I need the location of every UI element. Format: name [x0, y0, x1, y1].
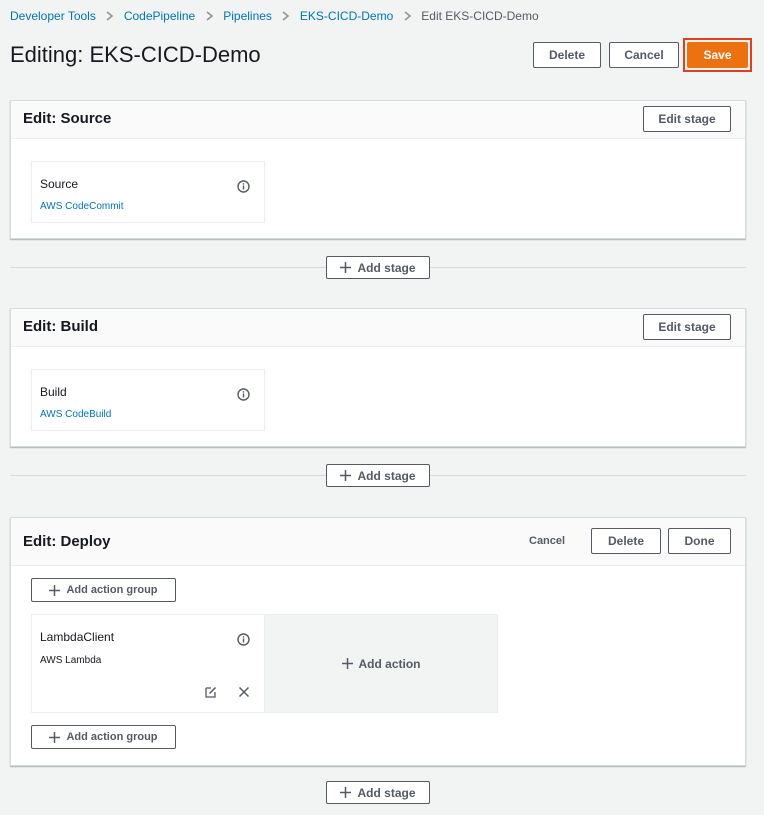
action-provider: AWS Lambda: [40, 655, 102, 666]
stage-header: Edit: Build Edit stage: [11, 309, 745, 347]
plus-icon: [49, 584, 61, 596]
add-stage-button[interactable]: Add stage: [326, 256, 430, 279]
chevron-right-icon: [195, 11, 223, 21]
plus-icon: [340, 470, 352, 481]
breadcrumb-developer-tools[interactable]: Developer Tools: [10, 9, 96, 23]
edit-stage-button[interactable]: Edit stage: [643, 106, 731, 132]
stage-title: Edit: Source: [23, 110, 112, 127]
plus-icon: [49, 731, 61, 743]
stage-source: Edit: Source Edit stage Source AWS CodeC…: [10, 100, 746, 239]
delete-stage-button[interactable]: Delete: [591, 528, 661, 554]
add-stage-button[interactable]: Add stage: [326, 781, 430, 804]
done-button[interactable]: Done: [668, 528, 731, 554]
cancel-stage-edit-button[interactable]: Cancel: [529, 535, 565, 547]
stage-build: Edit: Build Edit stage Build AWS CodeBui…: [10, 308, 746, 447]
info-icon[interactable]: [237, 633, 250, 646]
add-action-label: Add action: [358, 656, 421, 671]
delete-pipeline-button[interactable]: Delete: [533, 42, 601, 68]
breadcrumb-pipeline[interactable]: EKS-CICD-Demo: [300, 9, 393, 23]
edit-icon[interactable]: [205, 686, 217, 698]
save-button[interactable]: Save: [687, 42, 748, 68]
plus-icon: [341, 658, 353, 669]
breadcrumb-current: Edit EKS-CICD-Demo: [421, 9, 539, 23]
action-name: Source: [40, 177, 79, 191]
info-icon[interactable]: [237, 388, 250, 401]
close-icon[interactable]: [238, 686, 250, 698]
stage-title: Edit: Build: [23, 318, 98, 335]
add-action-group-button[interactable]: Add action group: [31, 578, 176, 602]
stage-deploy: Edit: Deploy Cancel Delete Done Add acti…: [10, 517, 746, 766]
add-stage-label: Add stage: [357, 260, 416, 275]
breadcrumb-codepipeline[interactable]: CodePipeline: [124, 9, 195, 23]
action-name: Build: [40, 385, 67, 399]
plus-icon: [340, 262, 352, 273]
action-card-lambda[interactable]: LambdaClient AWS Lambda: [31, 614, 265, 713]
breadcrumb-pipelines[interactable]: Pipelines: [223, 9, 272, 23]
save-highlight: Save: [683, 38, 752, 72]
chevron-right-icon: [272, 11, 300, 21]
stage-header: Edit: Source Edit stage: [11, 101, 745, 139]
action-name: LambdaClient: [40, 630, 115, 644]
add-action-group-label: Add action group: [66, 584, 158, 596]
action-card-source[interactable]: Source AWS CodeCommit: [31, 161, 265, 223]
stage-header: Edit: Deploy Cancel Delete Done: [11, 518, 745, 566]
stage-title: Edit: Deploy: [23, 533, 111, 550]
add-stage-label: Add stage: [357, 785, 416, 800]
action-card-build[interactable]: Build AWS CodeBuild: [31, 369, 265, 431]
add-stage-button[interactable]: Add stage: [326, 464, 430, 487]
plus-icon: [340, 787, 352, 798]
breadcrumb: Developer Tools CodePipeline Pipelines E…: [10, 8, 539, 24]
page-title: Editing: EKS-CICD-Demo: [10, 42, 261, 67]
chevron-right-icon: [393, 11, 421, 21]
info-icon[interactable]: [237, 180, 250, 193]
add-stage-label: Add stage: [357, 468, 416, 483]
edit-stage-button[interactable]: Edit stage: [643, 314, 731, 340]
cancel-button[interactable]: Cancel: [609, 42, 679, 68]
action-provider-link[interactable]: AWS CodeBuild: [40, 409, 111, 420]
action-provider-link[interactable]: AWS CodeCommit: [40, 201, 124, 212]
chevron-right-icon: [96, 11, 124, 21]
add-action-group-button[interactable]: Add action group: [31, 725, 176, 749]
add-action-button[interactable]: Add action: [264, 614, 498, 713]
add-action-group-label: Add action group: [66, 731, 158, 743]
